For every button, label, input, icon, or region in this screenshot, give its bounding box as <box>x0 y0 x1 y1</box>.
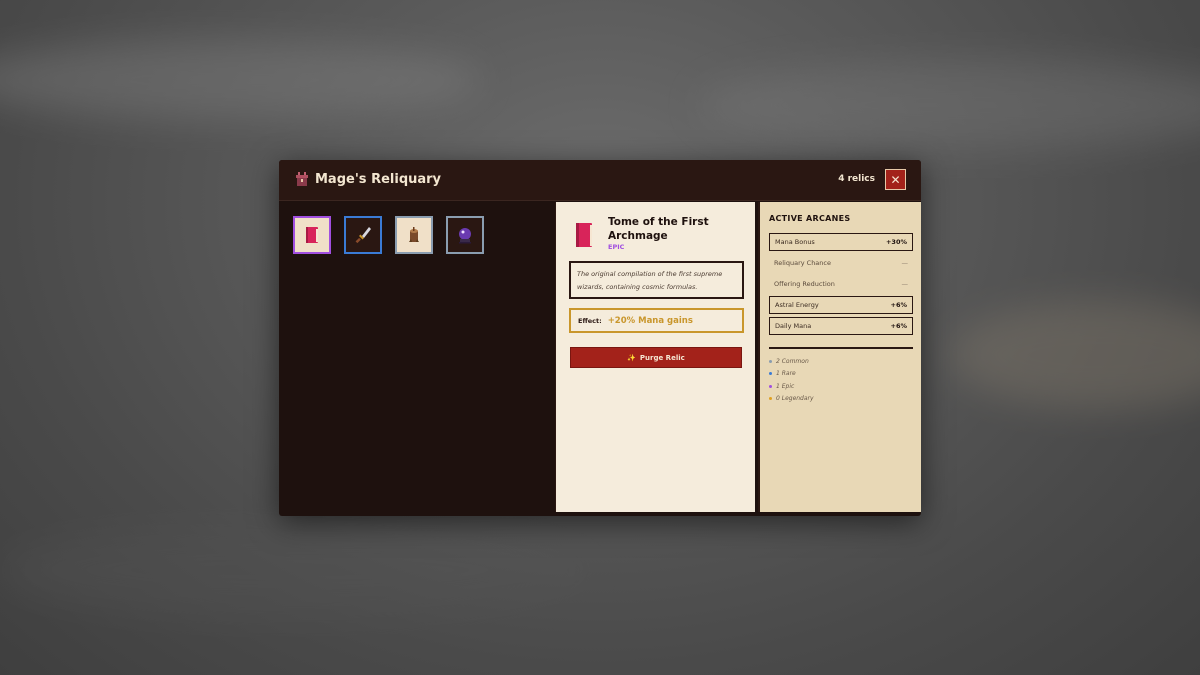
relic-slot-tome[interactable] <box>293 216 331 254</box>
relic-slot-orb[interactable] <box>446 216 484 254</box>
arcanes-title: ACTIVE ARCANES <box>769 214 851 223</box>
stat-label: Mana Bonus <box>775 238 815 246</box>
rarity-label: 2 Common <box>776 357 809 365</box>
rarity-label: 1 Rare <box>776 370 796 378</box>
relic-effect: Effect: +20% Mana gains <box>569 308 744 333</box>
red-book-icon <box>306 227 318 243</box>
cloud <box>0 40 480 120</box>
divider <box>769 347 913 349</box>
stat-label: Reliquary Chance <box>774 259 831 267</box>
relic-chest-icon <box>296 172 308 186</box>
stat-row-astral-energy: Astral Energy +6% <box>769 296 913 314</box>
stat-value: — <box>901 280 909 288</box>
rarity-common: 2 Common <box>769 355 814 368</box>
stat-row-daily-mana: Daily Mana +6% <box>769 317 913 335</box>
stat-label: Offering Reduction <box>774 280 835 288</box>
red-book-icon <box>576 223 592 247</box>
stat-value: +6% <box>890 322 907 330</box>
cloud <box>0 520 600 620</box>
rarity-summary: 2 Common 1 Rare 1 Epic 0 Legendary <box>769 355 814 405</box>
relic-slot-stump[interactable] <box>395 216 433 254</box>
cloud <box>950 300 1200 410</box>
common-dot-icon <box>769 359 772 363</box>
rarity-label: 0 Legendary <box>776 395 814 403</box>
cloud <box>700 60 1200 150</box>
sparkles-icon: ✨ <box>627 353 636 362</box>
rarity-label: 1 Epic <box>776 382 795 390</box>
dagger-icon <box>355 227 371 244</box>
modal-header: Mage's Reliquary 4 relics ✕ <box>279 160 921 201</box>
relic-grid <box>293 216 484 254</box>
rarity-epic: 1 Epic <box>769 380 814 393</box>
crystal-ball-icon <box>459 228 471 244</box>
rare-dot-icon <box>769 372 772 376</box>
close-button[interactable]: ✕ <box>885 169 906 190</box>
stat-value: — <box>901 259 909 267</box>
purge-relic-button[interactable]: ✨ Purge Relic <box>570 347 742 368</box>
stat-row-reliquary-chance: Reliquary Chance — <box>769 254 913 272</box>
purge-label: Purge Relic <box>639 353 685 362</box>
modal-title: Mage's Reliquary <box>315 172 442 187</box>
tree-stump-icon <box>409 227 419 242</box>
relic-name: Tome of the First Archmage <box>608 216 709 242</box>
effect-label: Effect: <box>578 316 602 325</box>
stat-value: +30% <box>885 238 907 246</box>
stat-row-offering-reduction: Offering Reduction — <box>769 275 913 293</box>
active-arcanes-panel: ACTIVE ARCANES Mana Bonus +30% Reliquary… <box>758 202 921 512</box>
effect-value: +20% Mana gains <box>607 315 693 326</box>
legendary-dot-icon <box>769 397 772 401</box>
relic-description: The original compilation of the first su… <box>569 261 744 299</box>
stat-row-mana-bonus: Mana Bonus +30% <box>769 233 913 251</box>
relic-rarity: EPIC <box>608 243 625 251</box>
epic-dot-icon <box>769 384 772 388</box>
relic-slot-dagger[interactable] <box>344 216 382 254</box>
rarity-legendary: 0 Legendary <box>769 393 814 406</box>
stat-label: Daily Mana <box>775 322 812 330</box>
relic-count: 4 relics <box>838 174 875 184</box>
rarity-rare: 1 Rare <box>769 368 814 381</box>
stat-label: Astral Energy <box>775 301 819 309</box>
stat-value: +6% <box>890 301 907 309</box>
relic-detail-panel: Tome of the First Archmage EPIC The orig… <box>555 202 755 512</box>
reliquary-modal: Mage's Reliquary 4 relics ✕ Tome of the … <box>279 160 921 516</box>
